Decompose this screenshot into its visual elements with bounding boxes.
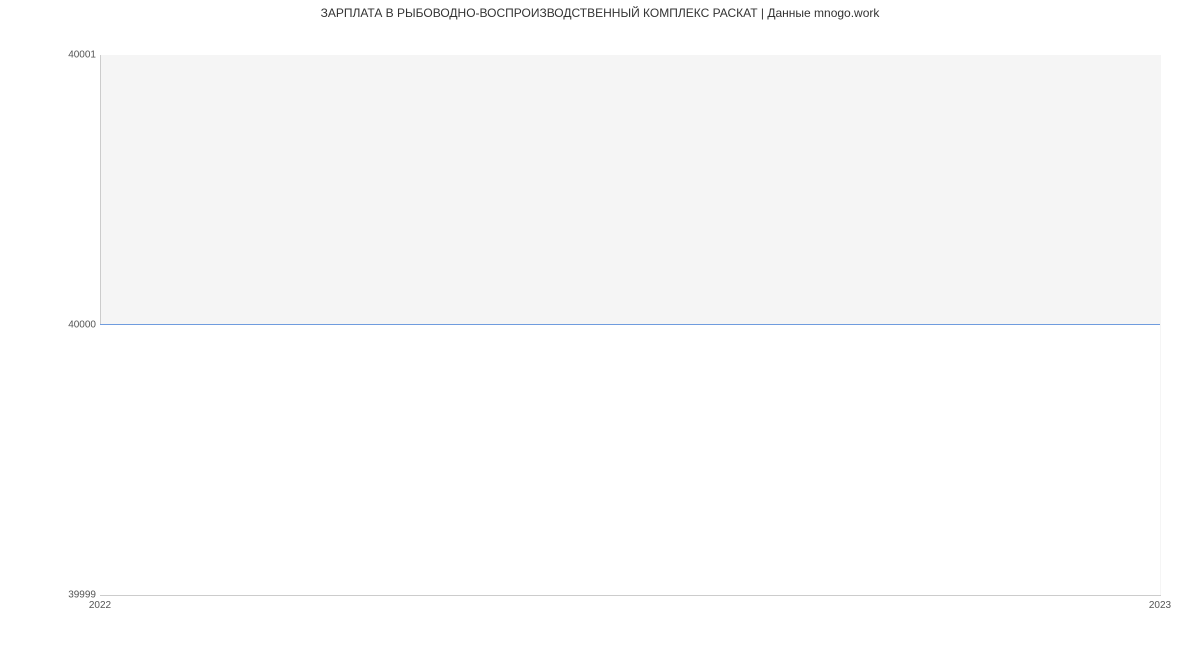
chart-title: ЗАРПЛАТА В РЫБОВОДНО-ВОСПРОИЗВОДСТВЕННЫЙ… [0,6,1200,20]
chart-container: ЗАРПЛАТА В РЫБОВОДНО-ВОСПРОИЗВОДСТВЕННЫЙ… [0,0,1200,650]
y-tick-label: 40001 [68,50,96,61]
x-tick-label: 2022 [89,600,111,611]
y-tick-label: 40000 [68,320,96,331]
y-tick-label: 39999 [68,590,96,601]
series-line-salary [100,324,1160,325]
plot-lower-background [100,325,1160,595]
x-tick-label: 2023 [1149,600,1171,611]
